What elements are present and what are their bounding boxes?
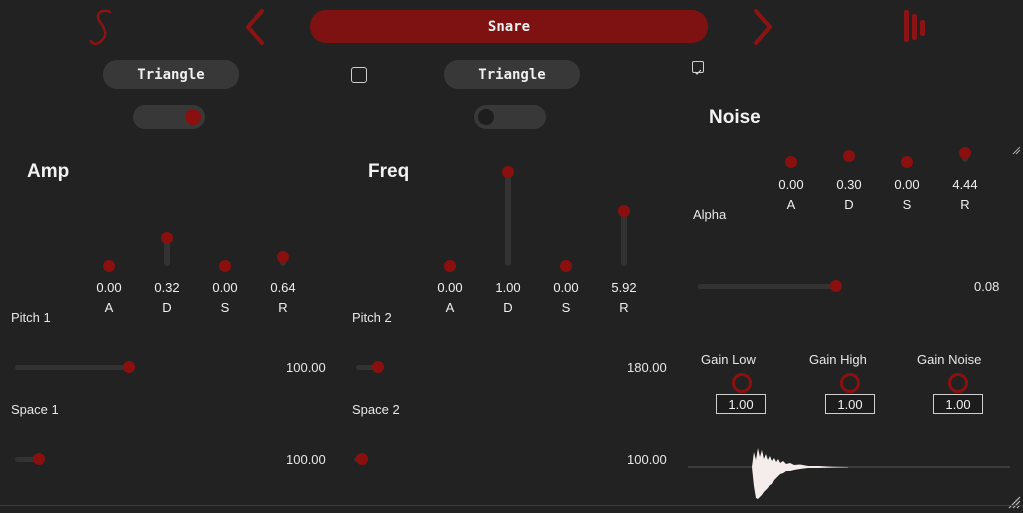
alpha-track — [698, 284, 842, 289]
noise-envelope: 0.00 A 0.30 D 0.00 S 4.44 R — [770, 136, 1010, 216]
waveform-display — [688, 440, 1010, 502]
noise-s-value: 0.00 — [894, 177, 920, 192]
gain-low-label: Gain Low — [701, 352, 756, 367]
amp-d-value: 0.32 — [154, 280, 180, 295]
freq-d-label: D — [503, 300, 513, 315]
noise-d-handle[interactable] — [843, 150, 855, 162]
freq-d-slider[interactable] — [505, 172, 511, 266]
preset-name-button[interactable]: Snare — [310, 10, 708, 43]
osc2-toggle-knob — [478, 109, 494, 125]
freq-d-handle[interactable] — [502, 166, 514, 178]
bottom-tab-strip — [0, 505, 1023, 510]
freq-title: Freq — [368, 161, 410, 182]
noise-s-handle[interactable] — [901, 156, 913, 168]
amp-d-handle[interactable] — [161, 232, 173, 244]
freq-r-handle[interactable] — [618, 205, 630, 217]
space1-value: 100.00 — [286, 452, 326, 467]
pitch1-handle[interactable] — [123, 361, 135, 373]
pitch2-slider[interactable] — [356, 360, 384, 374]
resize-handle-left[interactable] — [1011, 140, 1021, 155]
s-logo-icon[interactable] — [88, 6, 118, 48]
amp-s-handle[interactable] — [219, 260, 231, 272]
amp-a-label: A — [104, 300, 114, 315]
alpha-label: Alpha — [693, 207, 727, 222]
freq-a-label: A — [445, 300, 455, 315]
chevron-right-icon[interactable] — [748, 8, 778, 46]
osc-link-checkbox[interactable] — [351, 67, 367, 83]
alpha-value: 0.08 — [974, 279, 1000, 294]
freq-d-value: 1.00 — [495, 280, 521, 295]
amp-d-label: D — [162, 300, 172, 315]
noise-enable-checkbox[interactable] — [692, 61, 704, 75]
freq-a-handle[interactable] — [444, 260, 456, 272]
pitch1-label: Pitch 1 — [11, 310, 51, 325]
alpha-handle[interactable] — [830, 280, 842, 292]
noise-d-label: D — [844, 197, 854, 212]
gain-low-knob[interactable] — [732, 373, 752, 393]
noise-d-value: 0.30 — [836, 177, 862, 192]
freq-a-value: 0.00 — [437, 280, 463, 295]
amp-envelope: 0.00 A 0.32 D 0.00 S 0.64 R — [88, 160, 328, 320]
freq-s-handle[interactable] — [560, 260, 572, 272]
space2-slider[interactable] — [354, 452, 368, 466]
pitch1-track — [15, 365, 135, 370]
amp-r-label: R — [278, 300, 288, 315]
space1-label: Space 1 — [11, 402, 59, 417]
gain-high-knob[interactable] — [840, 373, 860, 393]
pitch1-value: 100.00 — [286, 360, 326, 375]
bars-icon[interactable] — [900, 8, 932, 44]
osc2-waveform-select[interactable]: Triangle — [444, 60, 580, 89]
pitch2-handle[interactable] — [372, 361, 384, 373]
freq-envelope: 0.00 A 1.00 D 0.00 S 5.92 R — [429, 160, 669, 320]
noise-r-value: 4.44 — [952, 177, 978, 192]
noise-r-handle[interactable] — [959, 147, 971, 159]
freq-s-value: 0.00 — [553, 280, 579, 295]
amp-title: Amp — [27, 161, 70, 182]
noise-s-label: S — [902, 197, 912, 212]
amp-r-value: 0.64 — [270, 280, 296, 295]
alpha-slider[interactable] — [698, 279, 842, 293]
gain-high-field[interactable]: 1.00 — [825, 394, 875, 414]
gain-high-label: Gain High — [809, 352, 867, 367]
pitch2-label: Pitch 2 — [352, 310, 392, 325]
osc1-toggle[interactable] — [133, 105, 205, 129]
gain-noise-label: Gain Noise — [917, 352, 982, 367]
noise-title: Noise — [709, 107, 761, 128]
freq-r-slider[interactable] — [621, 211, 627, 266]
gain-low-field[interactable]: 1.00 — [716, 394, 766, 414]
pitch2-value: 180.00 — [627, 360, 667, 375]
amp-s-label: S — [220, 300, 230, 315]
space1-handle[interactable] — [33, 453, 45, 465]
space2-handle[interactable] — [356, 453, 368, 465]
space1-slider[interactable] — [15, 452, 45, 466]
osc1-toggle-knob — [185, 109, 201, 125]
gain-noise-field[interactable]: 1.00 — [933, 394, 983, 414]
space2-value: 100.00 — [627, 452, 667, 467]
amp-s-value: 0.00 — [212, 280, 238, 295]
amp-a-value: 0.00 — [96, 280, 122, 295]
noise-r-label: R — [960, 197, 970, 212]
amp-r-handle[interactable] — [277, 251, 289, 263]
noise-a-value: 0.00 — [778, 177, 804, 192]
noise-a-handle[interactable] — [785, 156, 797, 168]
space2-label: Space 2 — [352, 402, 400, 417]
freq-s-label: S — [561, 300, 571, 315]
gain-noise-knob[interactable] — [948, 373, 968, 393]
osc2-toggle[interactable] — [474, 105, 546, 129]
amp-a-handle[interactable] — [103, 260, 115, 272]
pitch1-slider[interactable] — [15, 360, 135, 374]
freq-r-label: R — [619, 300, 629, 315]
noise-a-label: A — [786, 197, 796, 212]
osc1-waveform-select[interactable]: Triangle — [103, 60, 239, 89]
freq-r-value: 5.92 — [611, 280, 637, 295]
chevron-left-icon[interactable] — [240, 8, 270, 46]
